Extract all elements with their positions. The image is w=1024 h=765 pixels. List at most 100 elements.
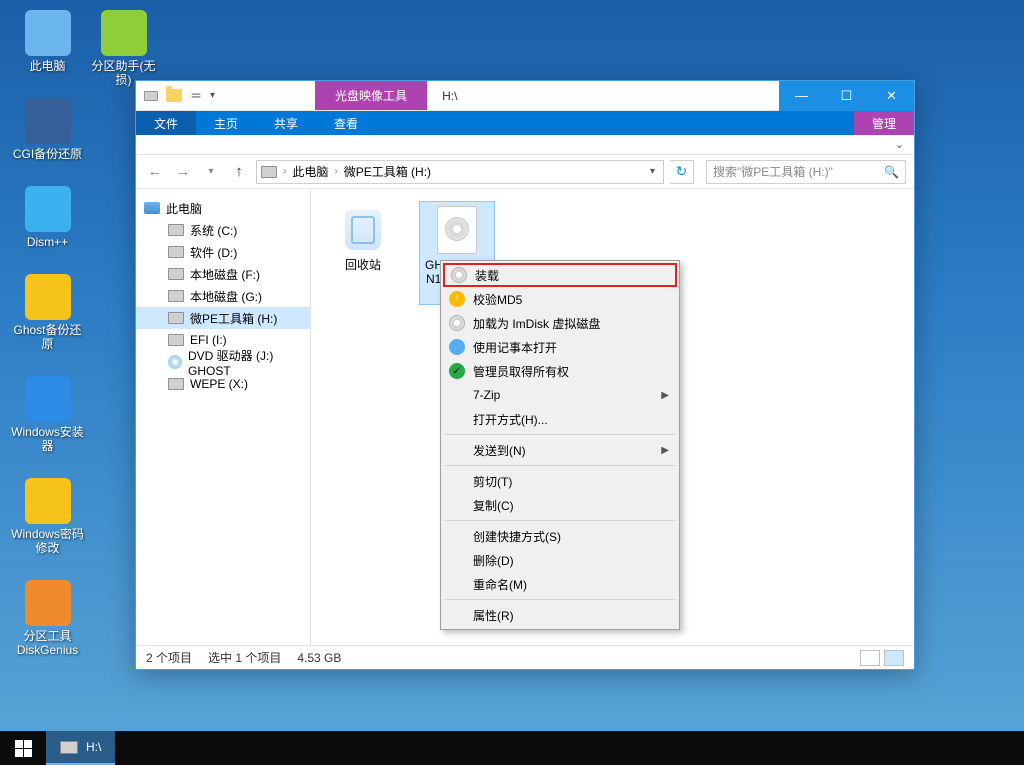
tree-node[interactable]: DVD 驱动器 (J:) GHOST xyxy=(136,351,310,373)
view-details-button[interactable] xyxy=(860,650,880,666)
menu-item[interactable]: 7-Zip▶ xyxy=(443,383,677,407)
drive-icon xyxy=(168,290,184,302)
drive-icon xyxy=(168,224,184,236)
menu-item[interactable]: ✓ 管理员取得所有权 xyxy=(443,359,677,383)
menu-item-label: 创建快捷方式(S) xyxy=(473,528,561,545)
desktop-icon-winpwd[interactable]: Windows密码修改 xyxy=(10,478,85,555)
menu-item-label: 重命名(M) xyxy=(473,576,527,593)
refresh-button[interactable]: ↻ xyxy=(670,160,694,184)
menu-item[interactable]: 装载 xyxy=(443,263,677,287)
menu-separator xyxy=(445,465,675,466)
recycle-bin-icon xyxy=(345,210,381,250)
drive-icon xyxy=(144,91,158,101)
menu-item-label: 使用记事本打开 xyxy=(473,339,557,356)
tab-manage[interactable]: 管理 xyxy=(854,111,914,135)
tree-node-label: 软件 (D:) xyxy=(190,244,237,261)
menu-item[interactable]: 删除(D) xyxy=(443,548,677,572)
menu-item-label: 复制(C) xyxy=(473,497,514,514)
tab-view[interactable]: 查看 xyxy=(316,111,376,135)
tab-home[interactable]: 主页 xyxy=(196,111,256,135)
drive-icon xyxy=(168,268,184,280)
menu-item[interactable]: 发送到(N)▶ xyxy=(443,438,677,462)
status-count: 2 个项目 xyxy=(146,649,192,666)
desktop-icon-label: CGI备份还原 xyxy=(13,147,82,161)
taskbar-button-explorer[interactable]: H:\ xyxy=(46,731,115,765)
menu-item[interactable]: 复制(C) xyxy=(443,493,677,517)
tree-node-label: EFI (I:) xyxy=(190,333,227,347)
tree-node[interactable]: 系统 (C:) xyxy=(136,219,310,241)
desktop-icon-label: Ghost备份还原 xyxy=(10,323,85,351)
drive-icon xyxy=(261,166,277,178)
up-button[interactable]: ↑ xyxy=(228,161,250,183)
menu-item[interactable]: 剪切(T) xyxy=(443,469,677,493)
maximize-button[interactable]: ☐ xyxy=(824,81,869,111)
equals-icon[interactable]: ＝ xyxy=(190,87,202,104)
tree-node-label: 系统 (C:) xyxy=(190,222,237,239)
menu-item[interactable]: 属性(R) xyxy=(443,603,677,627)
windows-logo-icon xyxy=(15,740,32,757)
status-size: 4.53 GB xyxy=(297,651,341,665)
tree-node[interactable]: 微PE工具箱 (H:) xyxy=(136,307,310,329)
menu-item[interactable]: 打开方式(H)... xyxy=(443,407,677,431)
menu-item[interactable]: 加载为 ImDisk 虚拟磁盘 xyxy=(443,311,677,335)
drive-icon xyxy=(168,246,184,258)
tree-node[interactable]: 本地磁盘 (G:) xyxy=(136,285,310,307)
tree-node[interactable]: 本地磁盘 (F:) xyxy=(136,263,310,285)
minimize-button[interactable]: — xyxy=(779,81,824,111)
desktop-icon-diskg[interactable]: 分区工具DiskGenius xyxy=(10,580,85,657)
drive-icon xyxy=(168,355,182,369)
taskbar-button-label: H:\ xyxy=(86,740,101,754)
forward-button[interactable]: → xyxy=(172,161,194,183)
search-input[interactable]: 搜索"微PE工具箱 (H:)" 🔍 xyxy=(706,160,906,184)
drive-icon xyxy=(168,312,184,324)
address-bar[interactable]: › 此电脑 › 微PE工具箱 (H:) ▾ xyxy=(256,160,664,184)
taskbar: H:\ xyxy=(0,731,1024,765)
start-button[interactable] xyxy=(0,731,46,765)
menu-item[interactable]: 使用记事本打开 xyxy=(443,335,677,359)
status-bar: 2 个项目 选中 1 个项目 4.53 GB xyxy=(136,645,914,669)
history-dropdown[interactable]: ▾ xyxy=(200,161,222,183)
address-dropdown-icon[interactable]: ▾ xyxy=(646,166,659,177)
drive-icon xyxy=(60,741,78,754)
disc-icon xyxy=(451,267,467,283)
submenu-arrow-icon: ▶ xyxy=(661,445,669,456)
menu-item-label: 装载 xyxy=(475,267,499,284)
desktop-icon-part[interactable]: 分区助手(无损) xyxy=(86,10,161,87)
breadcrumb-root[interactable]: 此电脑 xyxy=(288,161,332,182)
tree-node-label: 微PE工具箱 (H:) xyxy=(190,310,277,327)
menu-item[interactable]: 重命名(M) xyxy=(443,572,677,596)
navigation-bar: ← → ▾ ↑ › 此电脑 › 微PE工具箱 (H:) ▾ ↻ 搜索"微PE工具… xyxy=(136,155,914,189)
qat-dropdown-icon[interactable]: ▾ xyxy=(210,90,215,101)
menu-item[interactable]: !校验MD5 xyxy=(443,287,677,311)
menu-item-label: 剪切(T) xyxy=(473,473,512,490)
status-selection: 选中 1 个项目 xyxy=(208,649,281,666)
tab-file[interactable]: 文件 xyxy=(136,111,196,135)
file-item[interactable]: 回收站 xyxy=(325,201,401,277)
desktop-icon-cgi[interactable]: CGI备份还原 xyxy=(10,98,85,161)
menu-item-label: 删除(D) xyxy=(473,552,514,569)
desktop-icon-dism[interactable]: Dism++ xyxy=(10,186,85,249)
breadcrumb-current[interactable]: 微PE工具箱 (H:) xyxy=(340,161,435,182)
tab-share[interactable]: 共享 xyxy=(256,111,316,135)
close-button[interactable]: ✕ xyxy=(869,81,914,111)
window-title: H:\ xyxy=(442,89,457,103)
desktop-icon-pc[interactable]: 此电脑 xyxy=(10,10,85,73)
desktop-icon-ghost[interactable]: Ghost备份还原 xyxy=(10,274,85,351)
ribbon-expand-icon[interactable]: ⌄ xyxy=(895,138,904,151)
menu-item-label: 属性(R) xyxy=(473,607,514,624)
shield-icon: ✓ xyxy=(449,363,465,379)
view-icons-button[interactable] xyxy=(884,650,904,666)
desktop-icon-label: Windows密码修改 xyxy=(10,527,85,555)
navigation-tree: 此电脑系统 (C:) 软件 (D:) 本地磁盘 (F:) 本地磁盘 (G:) 微PE工具… xyxy=(136,189,311,645)
back-button[interactable]: ← xyxy=(144,161,166,183)
drive-icon xyxy=(168,378,184,390)
disc-icon xyxy=(449,315,465,331)
menu-item-label: 管理员取得所有权 xyxy=(473,363,569,380)
folder-icon[interactable] xyxy=(166,89,182,102)
tree-node-label: 本地磁盘 (F:) xyxy=(190,266,260,283)
desktop-icon-wininst[interactable]: Windows安装器 xyxy=(10,376,85,453)
tree-node[interactable]: 软件 (D:) xyxy=(136,241,310,263)
context-menu: 装载 !校验MD5加载为 ImDisk 虚拟磁盘使用记事本打开 ✓ 管理员取得所有权 7… xyxy=(440,260,680,630)
tree-root[interactable]: 此电脑 xyxy=(136,197,310,219)
menu-item[interactable]: 创建快捷方式(S) xyxy=(443,524,677,548)
